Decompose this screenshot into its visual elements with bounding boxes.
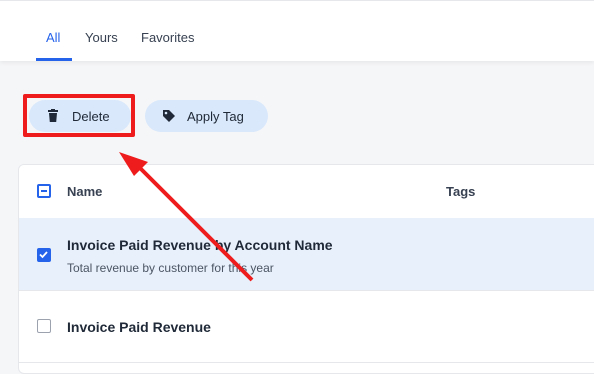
delete-highlight-box <box>23 94 135 137</box>
row-title[interactable]: Invoice Paid Revenue <box>67 319 211 335</box>
check-icon <box>39 251 48 259</box>
row-title[interactable]: Invoice Paid Revenue by Account Name <box>67 237 333 253</box>
row-checkbox[interactable] <box>37 248 51 262</box>
tab-bar: All Yours Favorites <box>0 0 594 61</box>
table-header: Name Tags <box>19 165 594 219</box>
tag-icon <box>162 109 176 123</box>
select-all-checkbox[interactable] <box>37 184 51 198</box>
apply-tag-button[interactable]: Apply Tag <box>145 100 268 132</box>
column-header-name[interactable]: Name <box>67 184 102 199</box>
tab-all[interactable]: All <box>46 30 60 45</box>
active-tab-indicator <box>36 58 72 61</box>
row-subtitle: Total revenue by customer for this year <box>67 261 274 275</box>
table-row[interactable]: Invoice Paid Revenue by Account Name Tot… <box>19 218 594 291</box>
tab-favorites[interactable]: Favorites <box>141 30 194 45</box>
indeterminate-mark <box>41 190 47 192</box>
column-header-tags[interactable]: Tags <box>446 184 475 199</box>
tab-yours[interactable]: Yours <box>85 30 118 45</box>
row-checkbox[interactable] <box>37 319 51 333</box>
apply-tag-button-label: Apply Tag <box>187 109 244 124</box>
table-row[interactable]: Invoice Paid Revenue <box>19 290 594 363</box>
reports-table: Name Tags Invoice Paid Revenue by Accoun… <box>18 164 594 374</box>
